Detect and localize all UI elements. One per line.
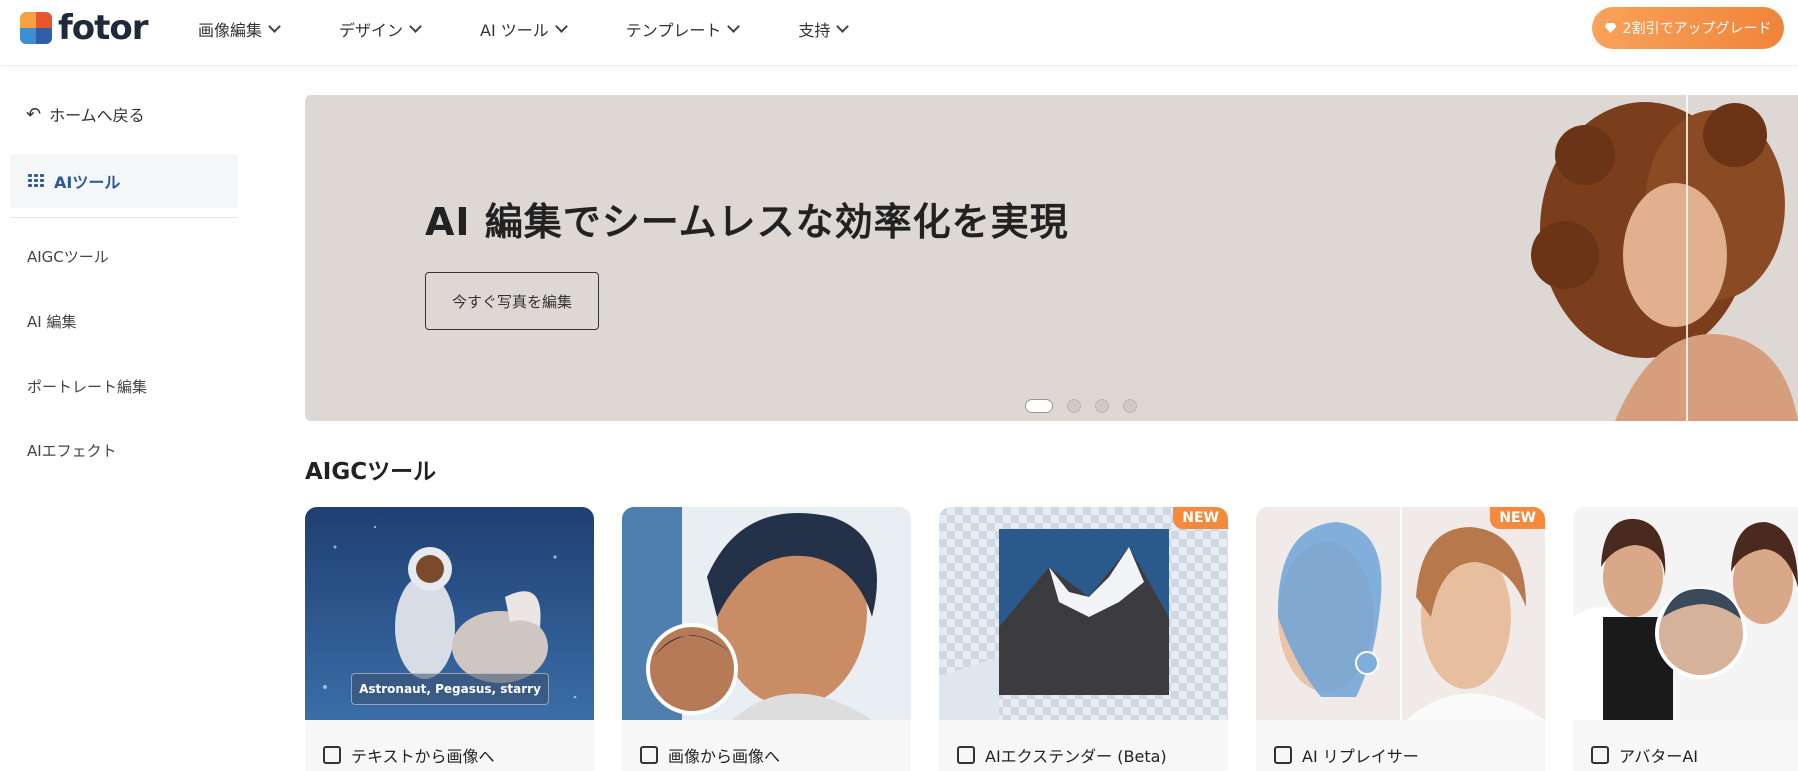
card-label-text: アバターAI [1619, 747, 1699, 766]
card-label: アバターAI [1591, 743, 1698, 767]
tool-card-ai-replacer[interactable]: NEW AI リプレイサー [1256, 507, 1545, 771]
sidebar-item-label: AIツール [54, 173, 121, 192]
card-label: AI リプレイサー [1274, 743, 1419, 767]
back-label: ホームへ戻る [49, 106, 145, 125]
chevron-down-icon [836, 20, 850, 33]
text-to-image-icon [323, 746, 341, 764]
card-label: テキストから画像へ [323, 743, 495, 767]
edit-photo-now-button[interactable]: 今すぐ写真を編集 [425, 272, 599, 330]
man-portrait-image [622, 507, 911, 720]
sidebar-item-ai-effects[interactable]: AIエフェクト [27, 440, 117, 461]
nav-label: デザイン [339, 21, 404, 40]
fotor-logo-icon [20, 12, 52, 44]
nav-templates[interactable]: テンプレート [625, 17, 741, 41]
tool-card-image-to-image[interactable]: 画像から画像へ [622, 507, 911, 771]
tool-card-text-to-image[interactable]: Astronaut, Pegasus, starry テキストから画像へ [305, 507, 594, 771]
avatar-icon [1591, 746, 1609, 764]
card-label-text: AI リプレイサー [1302, 747, 1419, 766]
logo-text: fotor [58, 8, 149, 48]
fotor-logo[interactable]: fotor [20, 8, 149, 48]
replace-icon [1274, 746, 1292, 764]
sidebar-item-portrait-edit[interactable]: ポートレート編集 [27, 376, 147, 397]
image-to-image-icon [640, 746, 658, 764]
nav-label: 画像編集 [198, 21, 263, 40]
woman-replace-image [1256, 507, 1545, 720]
chevron-down-icon [268, 20, 281, 33]
back-to-home-link[interactable]: ↶ ホームへ戻る [26, 102, 145, 126]
expand-icon [957, 746, 975, 764]
grid-icon [28, 174, 44, 188]
card-label: 画像から画像へ [640, 743, 780, 767]
tool-card-avatar-ai[interactable]: アバターAI [1573, 507, 1798, 771]
chevron-down-icon [409, 20, 422, 33]
nav-photo-editing[interactable]: 画像編集 [198, 17, 281, 41]
undo-arrow-icon: ↶ [26, 103, 42, 125]
nav-label: AI ツール [480, 21, 549, 40]
tool-card-ai-extender[interactable]: NEW AIエクステンダー (Beta) [939, 507, 1228, 771]
banner-title: AI 編集でシームレスな効率化を実現 [425, 200, 1069, 244]
card-label-text: テキストから画像へ [351, 747, 495, 766]
nav-label: テンプレート [625, 21, 722, 40]
nav-ai-tools[interactable]: AI ツール [480, 17, 568, 41]
main-nav: 画像編集 デザイン AI ツール テンプレート 支持 [198, 0, 907, 58]
sidebar-divider [10, 217, 238, 218]
section-title: AIGCツール [305, 459, 437, 485]
new-badge: NEW [1490, 507, 1545, 529]
sidebar: ↶ ホームへ戻る AIツール AIGCツール AI 編集 ポートレート編集 AI… [0, 66, 240, 771]
carousel-dot-3[interactable] [1095, 399, 1109, 413]
carousel-dot-2[interactable] [1067, 399, 1081, 413]
diamond-icon [1604, 23, 1617, 33]
chevron-down-icon [554, 20, 568, 33]
carousel-dot-1[interactable] [1025, 399, 1053, 413]
avatar-women-image [1573, 507, 1798, 720]
mountain-extend-image [939, 507, 1228, 720]
nav-support[interactable]: 支持 [798, 17, 850, 41]
nav-design[interactable]: デザイン [339, 17, 422, 41]
upgrade-label: 2割引でアップグレード [1622, 21, 1772, 37]
prompt-caption: Astronaut, Pegasus, starry [351, 673, 549, 705]
carousel-dots [1025, 399, 1137, 413]
card-label-text: 画像から画像へ [668, 747, 781, 766]
sidebar-item-aigc-tools[interactable]: AIGCツール [27, 246, 109, 267]
hero-banner: AI 編集でシームレスな効率化を実現 今すぐ写真を編集 [305, 95, 1798, 421]
nav-label: 支持 [798, 21, 831, 40]
sidebar-item-ai-edit[interactable]: AI 編集 [27, 311, 76, 332]
upgrade-button[interactable]: 2割引でアップグレード [1592, 7, 1784, 49]
card-label-text: AIエクステンダー (Beta) [985, 747, 1167, 766]
banner-portrait-image [1525, 95, 1798, 421]
sidebar-item-ai-tools[interactable]: AIツール [10, 154, 238, 208]
card-label: AIエクステンダー (Beta) [957, 743, 1167, 767]
new-badge: NEW [1173, 507, 1228, 529]
top-navbar: fotor 画像編集 デザイン AI ツール テンプレート 支持 2割引でアップ… [0, 0, 1798, 66]
chevron-down-icon [727, 20, 741, 33]
carousel-dot-4[interactable] [1123, 399, 1137, 413]
